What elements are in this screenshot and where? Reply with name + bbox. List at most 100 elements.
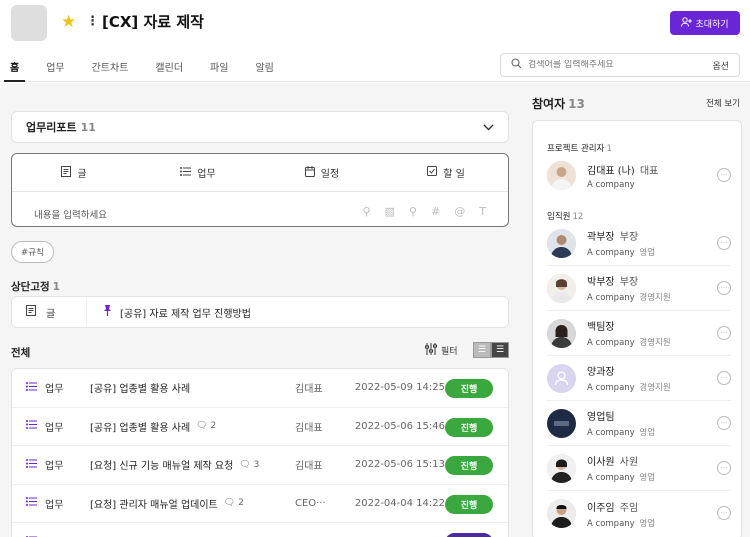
chat-icon[interactable]: ···: [717, 281, 731, 295]
status-badge[interactable]: 진행: [445, 494, 493, 514]
avatar: [547, 228, 576, 258]
chat-icon[interactable]: ···: [717, 416, 731, 430]
task-list-icon: [26, 458, 37, 471]
row-date: 2022-05-06 15:13: [354, 459, 445, 471]
participant-org: A company: [587, 180, 658, 190]
participant-org: A company 영업: [587, 517, 655, 529]
participant-dept: 경영지원: [639, 383, 671, 393]
participant-item[interactable]: 이주임 주임 A company 영업 ···: [547, 491, 731, 536]
composer-tab-schedule[interactable]: 일정: [260, 154, 384, 191]
status-badge[interactable]: 진행: [445, 379, 493, 398]
participant-item[interactable]: 이사원 사원 A company 영업 ···: [547, 446, 731, 491]
mention-icon[interactable]: @: [454, 205, 465, 218]
status-badge[interactable]: [445, 533, 493, 537]
participant-info: 이사원 사원 A company 영업: [587, 453, 655, 483]
list-row[interactable]: 업무 [공유] 업종별 활용 사례 김대표 2022-05-09 14:25 진…: [12, 369, 508, 408]
participant-item[interactable]: 백팀장 A company 경영지원 ···: [547, 311, 731, 356]
list-row[interactable]: 업무: [12, 523, 508, 537]
attach-icon[interactable]: ⚲: [363, 205, 371, 218]
row-title: [공유] 업종별 활용 사례: [90, 380, 295, 395]
participant-name-text: 영업팀: [587, 412, 615, 423]
tab-calendar[interactable]: 캘린더: [155, 55, 183, 82]
more-menu-icon[interactable]: ⋮: [86, 13, 99, 31]
composer-input[interactable]: 내용을 입력하세요: [34, 207, 107, 221]
participant-name-text: 이사원: [587, 457, 615, 468]
tab-tasks[interactable]: 업무: [46, 55, 64, 82]
tab-files[interactable]: 파일: [210, 55, 228, 82]
post-composer: 글 업무 일정 할 일 내용을 입력하세요 ⚲ ▧ ⚲ # @ T: [11, 153, 509, 227]
participant-info: 박부장 부장 A company 경영지원: [587, 273, 671, 303]
location-icon[interactable]: ⚲: [409, 205, 417, 218]
tab-gantt[interactable]: 간트차트: [92, 55, 129, 82]
row-author: 김대표: [295, 422, 323, 434]
search-input[interactable]: [528, 60, 713, 70]
pinned-section-title: 상단고정 1: [11, 279, 60, 294]
chat-icon[interactable]: ···: [717, 371, 731, 385]
participant-org: A company 경영지원: [587, 381, 671, 393]
row-type: 업무: [12, 380, 90, 395]
filter-icon: [425, 343, 437, 358]
star-icon[interactable]: ★: [61, 13, 79, 31]
participant-item[interactable]: 김대표 (나) 대표 A company ···: [547, 153, 731, 198]
pinned-count: 1: [52, 281, 60, 293]
pinned-item-title: [공유] 자료 제작 업무 진행방법: [87, 305, 251, 320]
composer-tab-todo[interactable]: 할 일: [384, 154, 508, 191]
text-format-icon[interactable]: T: [479, 205, 486, 218]
composer-tab-task[interactable]: 업무: [136, 154, 260, 191]
view-compact-button[interactable]: ☰: [473, 342, 491, 358]
participant-info: 백팀장 A company 경영지원: [587, 318, 671, 348]
add-user-icon: [681, 16, 693, 30]
search-options-button[interactable]: 옵션: [712, 59, 729, 72]
participant-info: 김대표 (나) 대표 A company: [587, 162, 658, 190]
chat-icon[interactable]: ···: [717, 506, 731, 520]
project-title: [CX] 자료 제작: [102, 13, 204, 31]
composer-tab-label: 일정: [320, 169, 340, 180]
participant-dept: 영업: [639, 518, 656, 529]
comment-count: 🗨 2: [196, 421, 216, 431]
participant-item[interactable]: 양과장 A company 경영지원 ···: [547, 356, 731, 401]
report-title: 업무리포트 11: [26, 119, 96, 135]
chevron-down-icon[interactable]: [483, 120, 494, 134]
view-all-link[interactable]: 전체 보기: [706, 97, 740, 109]
avatar: [547, 499, 576, 528]
avatar: [547, 453, 576, 483]
tab-notifications[interactable]: 알림: [255, 55, 273, 82]
participant-dept: 영업: [639, 428, 656, 438]
participant-item[interactable]: 곽부장 부장 A company 영업 ···: [547, 221, 731, 266]
comment-count-value: 2: [210, 421, 217, 432]
image-icon[interactable]: ▧: [385, 205, 395, 218]
participant-company: A company: [587, 338, 635, 348]
report-bar[interactable]: 업무리포트 11: [11, 111, 509, 143]
participant-company: A company: [587, 518, 635, 529]
view-list-button[interactable]: ☰: [491, 342, 509, 358]
list-row[interactable]: 업무 [공유] 업종별 활용 사례 🗨 2 김대표 2022-05-06 15:4…: [12, 408, 508, 446]
task-list-icon: [26, 381, 37, 394]
chat-icon[interactable]: ···: [717, 326, 731, 340]
pin-icon: [103, 305, 112, 319]
post-icon: [26, 305, 36, 319]
composer-tab-post[interactable]: 글: [12, 154, 136, 191]
status-badge[interactable]: 진행: [445, 456, 493, 475]
participant-item[interactable]: 박부장 부장 A company 경영지원 ···: [547, 266, 731, 311]
status-badge[interactable]: 진행: [445, 417, 493, 437]
report-title-label: 업무리포트: [26, 121, 77, 134]
chat-icon[interactable]: ···: [717, 461, 731, 475]
pinned-item-type: 글: [12, 297, 87, 327]
chat-icon[interactable]: ···: [717, 168, 731, 182]
pinned-item[interactable]: 글 [공유] 자료 제작 업무 진행방법: [11, 296, 509, 328]
row-date: 2022-05-09 14:25: [354, 382, 445, 394]
participant-item[interactable]: 영업팀 A company 영업 ···: [547, 401, 731, 446]
filter-button[interactable]: 필터: [425, 343, 458, 358]
list-row[interactable]: 업무 [요청] 신규 기능 매뉴얼 제작 요청 🗨 3 김대표 2022-05-0…: [12, 446, 508, 485]
hashtag-icon[interactable]: #: [431, 205, 440, 218]
search-icon: [511, 58, 522, 72]
row-type: 업무: [12, 496, 90, 511]
participant-position: 부장: [619, 232, 639, 243]
tab-home[interactable]: 홈: [4, 55, 26, 82]
list-row[interactable]: 업무 [요청] 관리자 매뉴얼 업데이트 🗨 2 CEO··· 2022-04-0…: [12, 485, 508, 523]
report-count: 11: [80, 121, 96, 134]
chat-icon[interactable]: ···: [717, 236, 731, 250]
tag-chip[interactable]: #규칙: [11, 241, 54, 263]
participant-name: 김대표 (나) 대표: [587, 162, 658, 177]
invite-button[interactable]: 초대하기: [670, 11, 740, 35]
